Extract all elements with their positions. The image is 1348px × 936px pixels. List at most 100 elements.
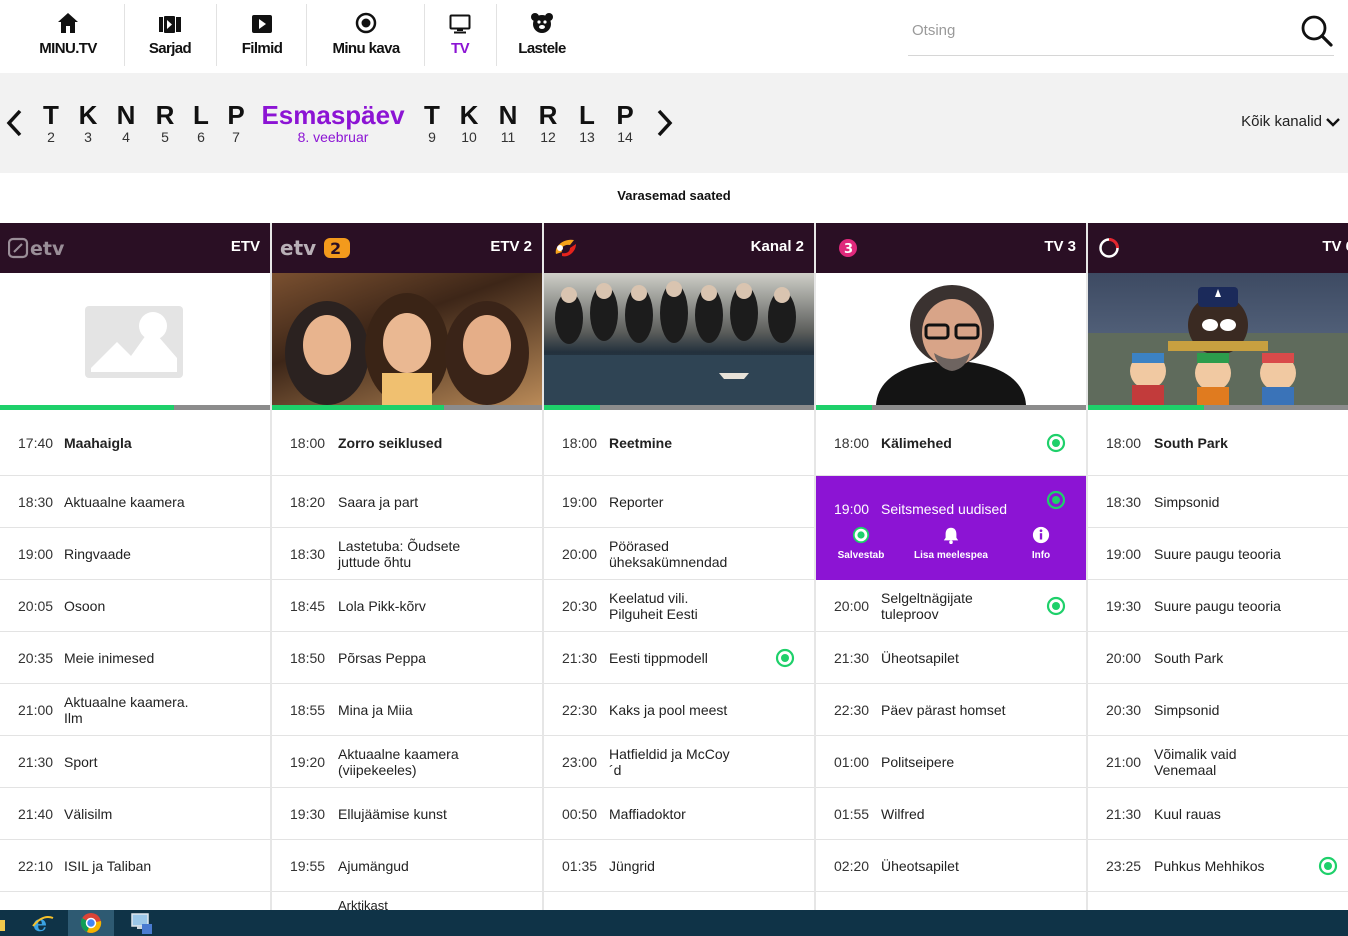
info-action-button[interactable]: Info — [996, 526, 1086, 570]
program-row[interactable]: 18:50 Põrsas Peppa — [272, 632, 542, 684]
recording-icon[interactable] — [1046, 433, 1066, 453]
nav-item-filmid[interactable]: Filmid — [232, 4, 292, 66]
record-action-button[interactable]: Salvestab — [816, 526, 906, 570]
info-icon — [1032, 526, 1050, 544]
program-row[interactable]: 19:30 Ellujäämise kunst — [272, 788, 542, 840]
program-row[interactable]: 00:50 Maffiadoktor — [544, 788, 814, 840]
program-row[interactable]: 22:30 Kaks ja pool meest — [544, 684, 814, 736]
nav-item-tv[interactable]: TV — [440, 4, 480, 66]
program-row[interactable]: 18:00 Zorro seiklused — [272, 410, 542, 476]
program-title: Maffiadoktor — [609, 805, 686, 822]
program-time: 19:30 — [1106, 597, 1142, 614]
program-row[interactable]: 22:30 Päev pärast homset — [816, 684, 1086, 736]
program-row[interactable]: 02:20 Üheotsapilet — [816, 840, 1086, 892]
program-row[interactable]: 18:45 Lola Pikk-kõrv — [272, 580, 542, 632]
program-actions: Salvestab Lisa meelespea Info — [816, 526, 1086, 570]
earlier-programs-link[interactable]: Varasemad saated — [0, 188, 1348, 203]
day-sunday-7[interactable]: P7 — [223, 101, 249, 144]
chrome-icon[interactable] — [68, 910, 114, 936]
program-row[interactable]: 20:30 Simpsonid — [1088, 684, 1348, 736]
day-wednesday-10[interactable]: K 10 — [456, 101, 482, 144]
recording-icon[interactable] — [1046, 490, 1066, 510]
search-input[interactable] — [912, 22, 1292, 39]
day-selected-monday-8[interactable]: Esmaspäev 8. veebruar — [258, 101, 408, 144]
day-tuesday-9[interactable]: T9 — [419, 101, 445, 144]
program-row[interactable]: 21:30 Üheotsapilet — [816, 632, 1086, 684]
program-row[interactable]: 20:00 South Park — [1088, 632, 1348, 684]
svg-text:2: 2 — [330, 239, 341, 258]
tv-icon — [449, 4, 471, 34]
program-row[interactable]: 21:40 Välisilm — [0, 788, 270, 840]
nav-item-minu-tv[interactable]: MINU.TV — [30, 4, 106, 66]
program-row[interactable]: 23:25 Puhkus Mehhikos — [1088, 840, 1348, 892]
computer-icon[interactable] — [118, 910, 164, 936]
program-row[interactable]: 18:30 Lastetuba: Õudsete juttude õhtu — [272, 528, 542, 580]
nav-item-sarjad[interactable]: Sarjad — [140, 4, 200, 66]
day-saturday-13[interactable]: L 13 — [574, 101, 600, 144]
nav-item-minu-kava[interactable]: Minu kava — [326, 4, 406, 66]
program-row[interactable]: 18:30 Simpsonid — [1088, 476, 1348, 528]
program-time: 18:00 — [562, 434, 598, 451]
program-row[interactable]: 19:30 Suure paugu teooria — [1088, 580, 1348, 632]
program-row[interactable]: 19:00 Ringvaade — [0, 528, 270, 580]
previous-week-arrow-icon[interactable] — [3, 108, 27, 138]
day-thursday-11[interactable]: N 11 — [495, 101, 521, 144]
nav-divider — [496, 4, 497, 66]
program-row[interactable]: 18:00 Kälimehed — [816, 410, 1086, 476]
program-row[interactable]: 18:30 Aktuaalne kaamera — [0, 476, 270, 528]
day-number: 6 — [197, 129, 205, 145]
program-row[interactable]: 19:20 Aktuaalne kaamera (viipekeeles) — [272, 736, 542, 788]
day-wednesday-3[interactable]: K3 — [75, 101, 101, 144]
day-friday-12[interactable]: R 12 — [535, 101, 561, 144]
program-row[interactable]: 21:00 Aktuaalne kaamera. Ilm — [0, 684, 270, 736]
program-row[interactable]: 20:00 Selgeltnägijate tuleproov — [816, 580, 1086, 632]
program-row[interactable]: 17:40 Maahaigla — [0, 410, 270, 476]
program-title: Mina ja Miia — [338, 701, 413, 718]
ie-icon[interactable]: e — [20, 910, 66, 936]
reminder-action-button[interactable]: Lisa meelespea — [906, 526, 996, 570]
kanal2-logo-icon — [552, 236, 580, 260]
search-box — [908, 12, 1334, 56]
program-row[interactable]: 18:00 South Park — [1088, 410, 1348, 476]
program-row[interactable]: 18:00 Reetmine — [544, 410, 814, 476]
windows-taskbar: e — [0, 910, 1348, 936]
channel-filter-dropdown[interactable]: Kõik kanalid — [1241, 113, 1340, 130]
program-title: Sport — [64, 753, 98, 770]
program-row[interactable]: 19:00 Reporter — [544, 476, 814, 528]
program-row[interactable]: 01:00 Politseipere — [816, 736, 1086, 788]
program-row[interactable]: 19:00 Suure paugu teooria — [1088, 528, 1348, 580]
program-row-expanded[interactable]: 19:00 Seitsmesed uudised Salvestab Lisa … — [816, 476, 1086, 580]
program-time: 01:00 — [834, 753, 870, 770]
day-thursday-4[interactable]: N4 — [113, 101, 139, 144]
day-friday-5[interactable]: R5 — [152, 101, 178, 144]
program-row[interactable]: Arktikast — [272, 892, 542, 910]
program-title: Üheotsapilet — [881, 857, 959, 874]
program-row[interactable]: 22:10 ISIL ja Taliban — [0, 840, 270, 892]
folder-icon[interactable] — [0, 910, 18, 936]
program-row[interactable]: 20:35 Meie inimesed — [0, 632, 270, 684]
program-row[interactable]: 20:30 Keelatud vili. Pilguheit Eesti — [544, 580, 814, 632]
program-row[interactable]: 21:30 Eesti tippmodell — [544, 632, 814, 684]
program-row[interactable]: 21:30 Kuul rauas — [1088, 788, 1348, 840]
program-title: Reetmine — [609, 434, 673, 451]
program-row[interactable]: 18:20 Saara ja part — [272, 476, 542, 528]
nav-item-lastele[interactable]: Lastele — [512, 4, 572, 66]
program-row[interactable]: 20:00 Pöörased üheksakümnendad — [544, 528, 814, 580]
day-saturday-6[interactable]: L6 — [188, 101, 214, 144]
recording-icon[interactable] — [775, 648, 795, 668]
program-row[interactable]: 01:35 Jüngrid — [544, 840, 814, 892]
recording-icon[interactable] — [1318, 856, 1338, 876]
program-row[interactable]: 18:55 Mina ja Miia — [272, 684, 542, 736]
search-icon[interactable] — [1300, 14, 1334, 48]
program-row[interactable]: 01:55 Wilfred — [816, 788, 1086, 840]
program-row[interactable]: 21:30 Sport — [0, 736, 270, 788]
program-row[interactable]: 19:55 Ajumängud — [272, 840, 542, 892]
next-week-arrow-icon[interactable] — [652, 108, 676, 138]
recording-icon[interactable] — [1046, 596, 1066, 616]
program-row[interactable]: 23:00 Hatfieldid ja McCoy´d — [544, 736, 814, 788]
program-row[interactable]: 21:00 Võimalik vaid Venemaal — [1088, 736, 1348, 788]
day-sunday-14[interactable]: P 14 — [612, 101, 638, 144]
program-row[interactable]: 20:05 Osoon — [0, 580, 270, 632]
day-tuesday-2[interactable]: T2 — [38, 101, 64, 144]
program-time: 18:00 — [1106, 434, 1142, 451]
